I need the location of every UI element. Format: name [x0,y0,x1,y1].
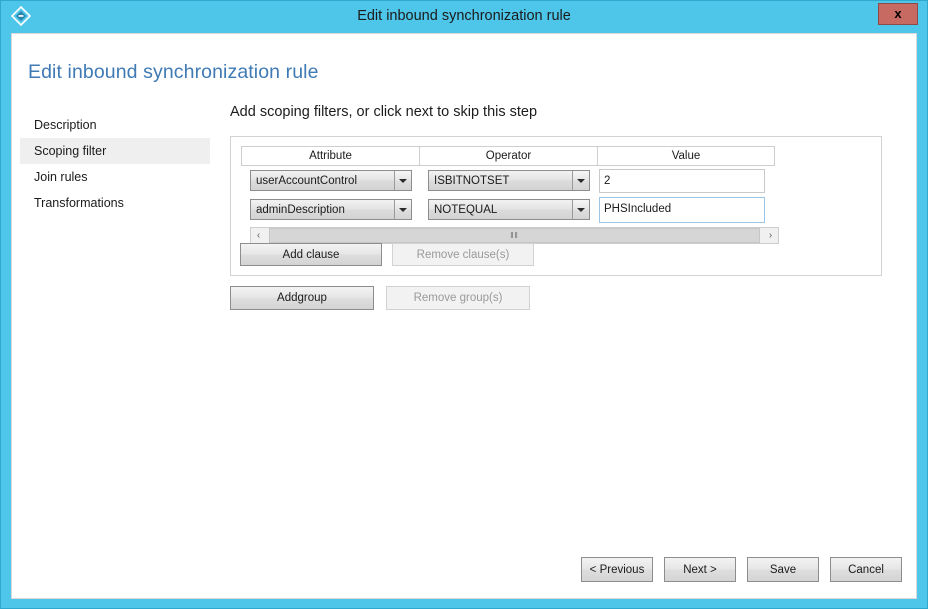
step-heading: Add scoping filters, or click next to sk… [230,104,538,120]
scrollbar-thumb[interactable]: ‖‖ [269,228,760,243]
add-group-label-prefix: Add [277,292,298,304]
add-clause-button[interactable]: Add clause [240,243,382,266]
dialog-footer: < Previous Next > Save Cancel [12,557,916,582]
attribute-combobox[interactable]: userAccountControl [250,170,412,191]
chevron-down-icon[interactable] [394,200,411,219]
operator-combobox-value: NOTEQUAL [434,203,498,216]
value-input[interactable]: 2 [599,168,765,193]
chevron-down-icon[interactable] [572,171,589,190]
chevron-down-icon[interactable] [394,171,411,190]
chevron-down-icon[interactable] [572,200,589,219]
sidebar-item-scoping-filter[interactable]: Scoping filter [20,138,210,164]
next-button[interactable]: Next > [664,557,736,582]
table-row: adminDescription NOTEQUAL PHSIncluded [241,195,775,224]
dialog-client-area: Edit inbound synchronization rule Descri… [11,33,917,599]
add-group-label-suffix: roup [303,292,327,304]
remove-group-button: Remove group(s) [386,286,530,310]
scoping-group-panel: Attribute Operator Value userAccountCont… [230,136,882,276]
operator-combobox-value: ISBITNOTSET [434,174,510,187]
attribute-combobox[interactable]: adminDescription [250,199,412,220]
value-input[interactable]: PHSIncluded [599,196,765,223]
sidebar-nav: Description Scoping filter Join rules Tr… [20,112,210,216]
group-buttons: Add g roup Remove group(s) [230,286,530,310]
grid-header-row: Attribute Operator Value [241,146,775,166]
scroll-right-icon[interactable]: › [763,228,778,243]
add-group-button[interactable]: Add g roup [230,286,374,310]
cancel-button[interactable]: Cancel [830,557,902,582]
clause-grid: Attribute Operator Value userAccountCont… [241,146,779,244]
attribute-combobox-value: userAccountControl [256,174,357,187]
remove-clause-button: Remove clause(s) [392,243,534,266]
sidebar-item-join-rules[interactable]: Join rules [20,164,210,190]
sidebar-item-description[interactable]: Description [20,112,210,138]
previous-button[interactable]: < Previous [581,557,653,582]
operator-combobox[interactable]: NOTEQUAL [428,199,590,220]
column-header-value: Value [671,150,701,162]
window-title: Edit inbound synchronization rule [357,8,571,24]
operator-combobox[interactable]: ISBITNOTSET [428,170,590,191]
save-button[interactable]: Save [747,557,819,582]
column-header-operator: Operator [420,147,598,165]
dialog-window: Edit inbound synchronization rule x Edit… [0,0,928,609]
scroll-left-icon[interactable]: ‹ [251,228,266,243]
attribute-combobox-value: adminDescription [256,203,345,216]
close-icon[interactable]: x [878,3,918,25]
main-content: Add scoping filters, or click next to sk… [218,104,908,310]
column-header-attribute: Attribute [242,147,420,165]
clause-buttons: Add clause Remove clause(s) [240,243,534,266]
title-bar: Edit inbound synchronization rule x [1,1,927,31]
scrollbar-grip-icon: ‖‖ [510,230,519,240]
horizontal-scrollbar[interactable]: ‹ ‖‖ › [250,227,779,244]
table-row: userAccountControl ISBITNOTSET 2 [241,166,775,195]
sidebar-item-transformations[interactable]: Transformations [20,190,210,216]
page-title: Edit inbound synchronization rule [28,61,319,83]
